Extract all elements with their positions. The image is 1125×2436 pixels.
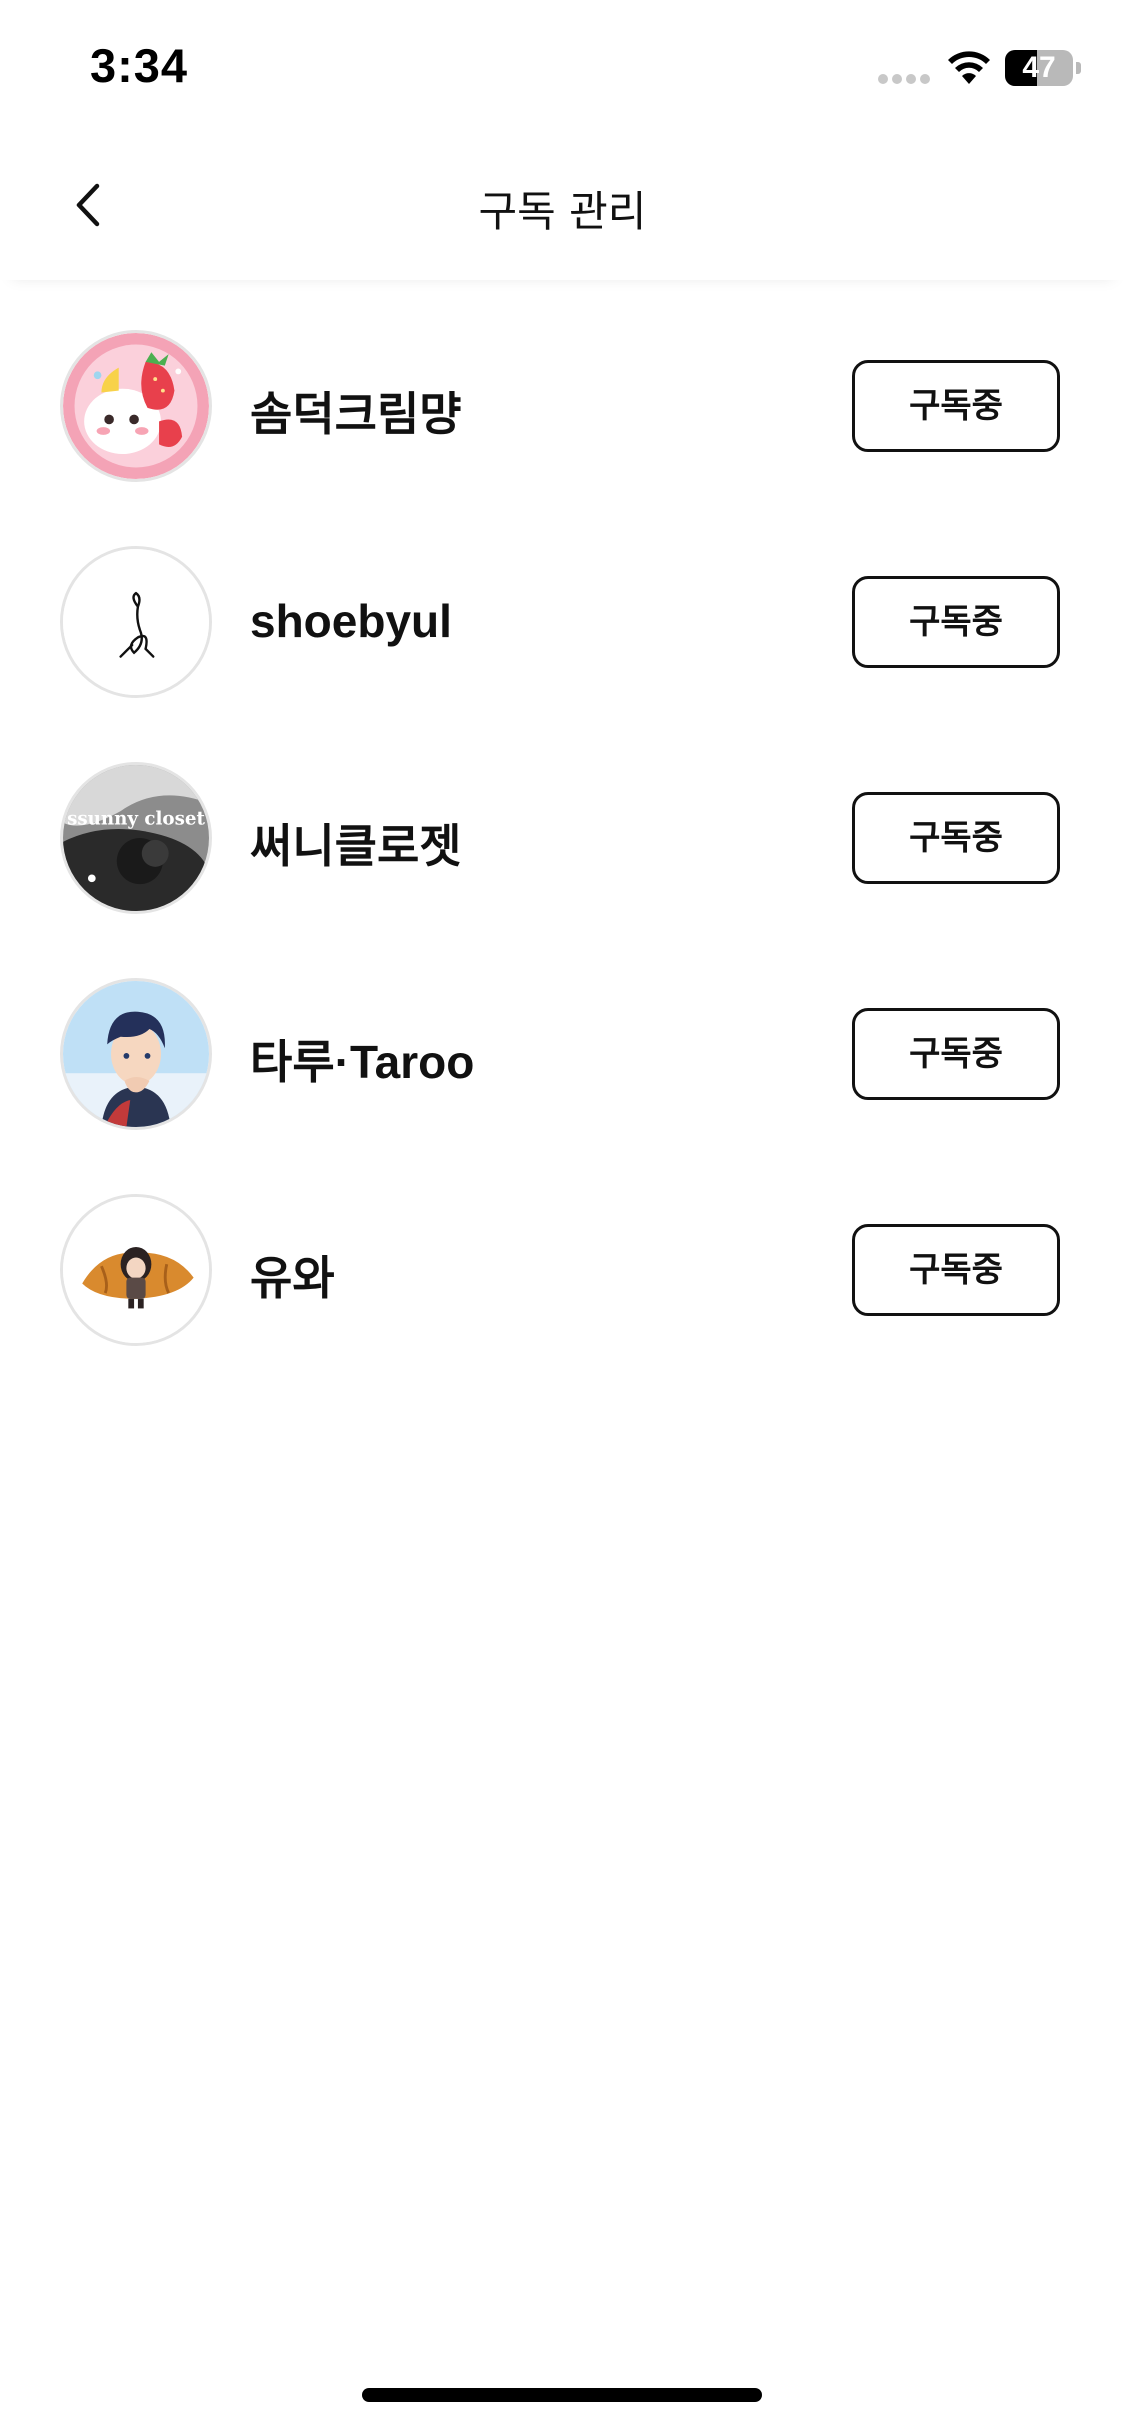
subscription-row[interactable]: shoebyul 구독중 [0, 546, 1125, 762]
strawberry-cream-avatar[interactable] [60, 330, 212, 482]
subscription-row[interactable]: 타루·Taroo 구독중 [0, 978, 1125, 1194]
subscribed-button[interactable]: 구독중 [852, 1224, 1060, 1316]
wifi-icon [946, 50, 992, 86]
subscription-name: 솜덕크림먕 [250, 388, 462, 440]
subscribed-button[interactable]: 구독중 [852, 576, 1060, 668]
subscribed-button[interactable]: 구독중 [852, 360, 1060, 452]
anime-character-avatar[interactable] [60, 978, 212, 1130]
subscription-row[interactable]: ssunny closet 써니클로젯 구독중 [0, 762, 1125, 978]
cellular-signal-icon [878, 74, 930, 84]
subscription-row[interactable]: 유와 구독중 [0, 1194, 1125, 1410]
subscribed-button[interactable]: 구독중 [852, 1008, 1060, 1100]
sunny-closet-avatar[interactable]: ssunny closet [60, 762, 212, 914]
subscribed-button[interactable]: 구독중 [852, 792, 1060, 884]
home-indicator[interactable] [362, 2388, 762, 2402]
subscription-name: 유와 [250, 1252, 335, 1304]
croissant-character-avatar[interactable] [60, 1194, 212, 1346]
battery-level: 47 [1022, 51, 1056, 84]
sketch-figure-avatar[interactable] [60, 546, 212, 698]
subscription-name: 타루·Taroo [250, 1036, 475, 1088]
status-time: 3:34 [90, 39, 189, 92]
status-bar: 3:34 47 [0, 0, 1125, 130]
navigation-header: 구독 관리 [0, 130, 1125, 280]
subscription-list: 솜덕크림먕 구독중 shoebyul 구독중 ssunny closet 써니클… [0, 330, 1125, 1410]
subscription-row[interactable]: 솜덕크림먕 구독중 [0, 330, 1125, 546]
page-title: 구독 관리 [478, 187, 647, 236]
subscription-name: shoebyul [250, 595, 452, 647]
battery-icon: 47 [1005, 50, 1081, 86]
subscription-management-screen: 3:34 47 구독 관리 솜덕크림먕 구독중 shoebyul 구독중 ssu… [0, 0, 1125, 2436]
avatar-caption: ssunny closet [67, 809, 205, 830]
subscription-name: 써니클로젯 [250, 820, 462, 872]
